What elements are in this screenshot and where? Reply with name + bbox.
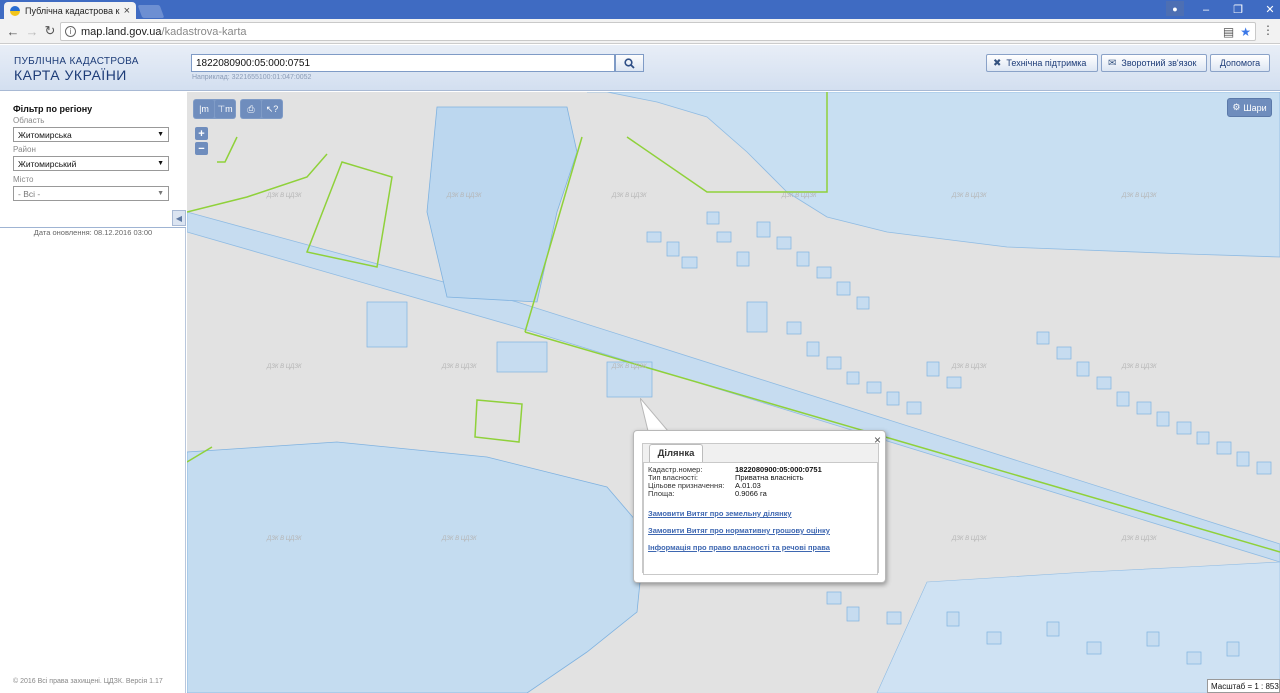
user-profile-icon[interactable]: ●	[1166, 1, 1184, 16]
browser-tabstrip: Публічна кадастрова к × ● ‒ ❐ ✕	[0, 0, 1280, 19]
tech-support-label: Технічна підтримка	[1006, 58, 1087, 68]
map-watermark: ДЗК В ЦДЗК	[267, 536, 302, 542]
copyright-footer: © 2016 Всі права захищені. ЦДЗК. Версія …	[13, 678, 163, 685]
map-watermark: ДЗК В ЦДЗК	[1122, 536, 1157, 542]
print-icon[interactable]: ⎙	[241, 100, 261, 118]
measure-area-icon[interactable]: ⊤m	[215, 100, 235, 118]
dropdown-arrow-icon: ▼	[157, 160, 164, 167]
browser-toolbar: ← → ↻ i map.land.gov.ua/kadastrova-karta…	[0, 19, 1280, 44]
zoom-in-button[interactable]: +	[195, 127, 208, 140]
envelope-icon: ✉	[1108, 57, 1117, 69]
map-watermark: ДЗК В ЦДЗК	[267, 364, 302, 370]
raion-value: Житомирський	[18, 158, 77, 169]
bookmark-star-icon[interactable]: ★	[1240, 25, 1251, 39]
map-watermark: ДЗК В ЦДЗК	[782, 193, 817, 199]
raion-select[interactable]: Житомирський ▼	[13, 156, 169, 171]
reload-icon[interactable]: ↻	[42, 23, 58, 39]
region-filter-sidebar: Фільтр по регіону Область Житомирська ▼ Р…	[0, 92, 186, 693]
map-watermark: ДЗК В ЦДЗК	[1122, 364, 1157, 370]
update-date: Дата оновлення: 08.12.2016 03:00	[33, 228, 153, 237]
help-button[interactable]: Допомога	[1210, 54, 1270, 72]
map-watermark: ДЗК В ЦДЗК	[952, 193, 987, 199]
site-header: ПУБЛІЧНА КАДАСТРОВА КАРТА УКРАЇНИ Наприк…	[0, 45, 1280, 91]
zoom-out-button[interactable]: −	[195, 142, 208, 155]
map-scale: Масштаб = 1 : 8531	[1207, 679, 1280, 693]
back-arrow-icon[interactable]: ←	[5, 23, 21, 39]
raion-label: Район	[13, 145, 36, 154]
map-watermark: ДЗК В ЦДЗК	[952, 364, 987, 370]
filter-panel: Фільтр по регіону Область Житомирська ▼ Р…	[0, 92, 186, 228]
info-key: Площа:	[648, 489, 675, 498]
window-controls: ‒ ❐ ✕	[1190, 0, 1280, 19]
cadastral-search-input[interactable]	[191, 54, 615, 72]
filter-title: Фільтр по регіону	[13, 104, 93, 114]
layers-label: Шари	[1243, 102, 1267, 113]
tech-support-button[interactable]: ✖ Технічна підтримка	[986, 54, 1098, 72]
browser-tab[interactable]: Публічна кадастрова к ×	[4, 2, 136, 19]
feedback-button[interactable]: ✉ Зворотний зв'язок	[1101, 54, 1207, 72]
oblast-label: Область	[13, 116, 45, 125]
tools-icon: ✖	[993, 57, 1002, 69]
url-path: /kadastrova-karta	[161, 25, 247, 38]
tab-parcel[interactable]: Ділянка	[649, 444, 703, 462]
translate-icon[interactable]: ▤	[1223, 25, 1234, 39]
dropdown-arrow-icon: ▼	[157, 190, 164, 197]
search-hint: Наприклад: 3221655100:01:047:0052	[192, 74, 312, 81]
oblast-value: Житомирська	[18, 129, 72, 140]
popup-pointer	[640, 398, 670, 432]
ownership-info-link[interactable]: Інформація про право власності та речові…	[648, 543, 873, 552]
minimize-icon[interactable]: ‒	[1190, 0, 1222, 19]
site-info-icon[interactable]: i	[65, 26, 76, 37]
order-parcel-extract-link[interactable]: Замовити Витяг про земельну ділянку	[648, 509, 873, 518]
help-label: Допомога	[1219, 58, 1261, 68]
logo-subtitle: ПУБЛІЧНА КАДАСТРОВА	[14, 56, 139, 67]
map-watermark: ДЗК В ЦДЗК	[1122, 193, 1157, 199]
parcel-info-popup: × Ділянка Кадастр.номер: 1822080900:05:0…	[633, 430, 886, 583]
site-favicon-icon	[10, 5, 20, 16]
logo-title: КАРТА УКРАЇНИ	[14, 67, 127, 83]
dropdown-arrow-icon: ▼	[157, 131, 164, 138]
browser-menu-icon[interactable]: ⋮	[1262, 23, 1274, 37]
oblast-select[interactable]: Житомирська ▼	[13, 127, 169, 142]
parcel-details: Кадастр.номер: 1822080900:05:000:0751 Ти…	[643, 462, 878, 575]
map-watermark: ДЗК В ЦДЗК	[447, 193, 482, 199]
map-watermark: ДЗК В ЦДЗК	[612, 364, 647, 370]
gear-icon: ⚙	[1232, 102, 1241, 112]
cadastral-map[interactable]: ДЗК В ЦДЗК ДЗК В ЦДЗК ДЗК В ЦДЗК ДЗК В Ц…	[187, 92, 1280, 693]
forward-arrow-icon[interactable]: →	[24, 23, 40, 39]
measure-distance-icon[interactable]: |m	[194, 100, 214, 118]
info-row-area: Площа: 0.9066 га	[648, 490, 873, 498]
search-icon	[624, 57, 635, 69]
map-watermark: ДЗК В ЦДЗК	[952, 536, 987, 542]
feedback-label: Зворотний зв'язок	[1121, 58, 1197, 68]
tab-title: Публічна кадастрова к	[25, 5, 120, 16]
order-valuation-extract-link[interactable]: Замовити Витяг про нормативну грошову оц…	[648, 526, 873, 535]
map-watermark: ДЗК В ЦДЗК	[442, 536, 477, 542]
map-watermark: ДЗК В ЦДЗК	[442, 364, 477, 370]
address-bar[interactable]: i map.land.gov.ua/kadastrova-karta ▤ ★	[60, 22, 1256, 41]
map-toolbar: |m ⊤m ⎙ ↖?	[193, 99, 283, 119]
search-button[interactable]	[615, 54, 644, 72]
identify-cursor-icon[interactable]: ↖?	[262, 100, 282, 118]
city-value: - Всі -	[18, 188, 41, 199]
city-select[interactable]: - Всі - ▼	[13, 186, 169, 201]
restore-icon[interactable]: ❐	[1222, 0, 1254, 19]
map-canvas[interactable]	[187, 92, 1280, 693]
city-label: Місто	[13, 175, 34, 184]
new-tab-button[interactable]	[137, 5, 165, 18]
close-window-icon[interactable]: ✕	[1254, 0, 1280, 19]
layers-button[interactable]: ⚙ Шари	[1227, 98, 1272, 117]
tab-close-icon[interactable]: ×	[124, 5, 130, 17]
map-watermark: ДЗК В ЦДЗК	[267, 193, 302, 199]
map-watermark: ДЗК В ЦДЗК	[612, 193, 647, 199]
zoom-controls: + −	[195, 127, 208, 155]
collapse-sidebar-button[interactable]: ◀	[172, 210, 186, 226]
info-value: 0.9066 га	[735, 489, 767, 498]
url-host: map.land.gov.ua	[81, 25, 162, 38]
